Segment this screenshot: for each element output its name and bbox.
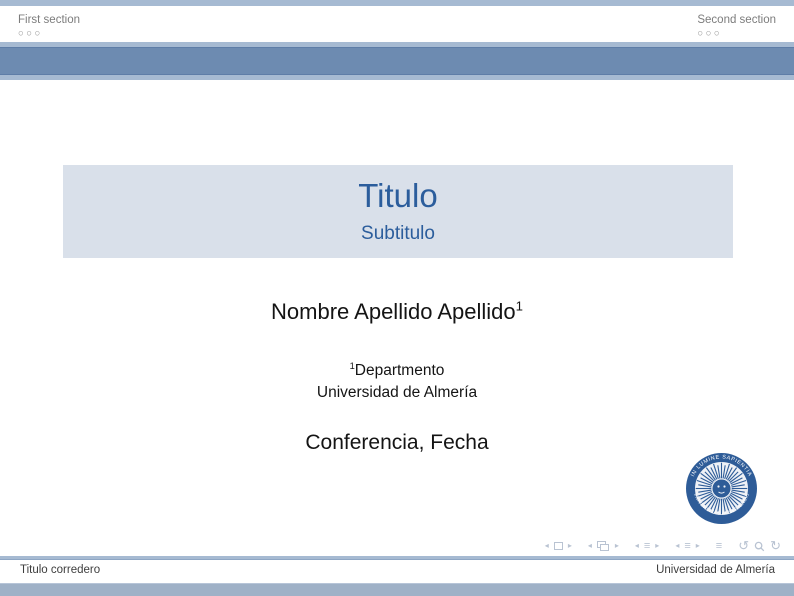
slide-title: Titulo: [63, 165, 733, 215]
slide-subtitle: Subtitulo: [63, 223, 733, 245]
nav-prev-frame-icon[interactable]: ◂: [588, 538, 592, 554]
conference-date-line: Conferencia, Fecha: [0, 431, 794, 455]
beamer-navigation-symbols: ◂ ▸ ◂ ▸ ◂ ≡ ▸ ◂ ≡ ▸ ≡ ↺ ↻: [545, 538, 781, 554]
footer: Titulo corredero Universidad de Almería: [0, 560, 794, 583]
nav-subsection-icon[interactable]: ≡: [644, 538, 650, 554]
affiliation-university: Universidad de Almería: [0, 382, 794, 404]
header-navigation: First section ○○○ Second section ○○○: [0, 6, 794, 42]
author-footnote-mark: 1: [516, 299, 523, 314]
nav-section-icon[interactable]: ≡: [684, 538, 690, 554]
beamer-title-slide: First section ○○○ Second section ○○○ Tit…: [0, 0, 794, 596]
section-first-label[interactable]: First section: [18, 13, 80, 27]
section-second-slide-dots[interactable]: ○○○: [697, 29, 722, 39]
nav-prev-slide-icon[interactable]: ◂: [545, 538, 549, 554]
band-steel: [0, 47, 794, 75]
header-section-first[interactable]: First section ○○○: [18, 13, 80, 39]
nav-frame-icon[interactable]: [597, 541, 610, 552]
seal-sun-eye: [717, 485, 719, 487]
universidad-de-almeria-seal-logo: IN LUMINE SAPIENTIA VNIVERSITAS ALMERIEN…: [685, 452, 758, 525]
affiliation-department-line: 1Departmento: [0, 360, 794, 382]
affiliation-department: Departmento: [355, 362, 445, 379]
bottom-accent-bar: [0, 583, 794, 596]
nav-forward-icon[interactable]: ↻: [770, 538, 781, 554]
seal-sun-eye: [723, 485, 725, 487]
nav-next-section-icon[interactable]: ▸: [696, 538, 700, 554]
band-light-bottom: [0, 75, 794, 80]
seal-sun-face: [713, 480, 731, 498]
title-block: Titulo Subtitulo: [63, 165, 733, 258]
section-first-slide-dots[interactable]: ○○○: [18, 29, 43, 39]
nav-prev-section-icon[interactable]: ◂: [675, 538, 679, 554]
nav-back-icon[interactable]: ↺: [738, 538, 749, 554]
author-name: Nombre Apellido Apellido: [271, 299, 516, 324]
footer-short-title: Titulo corredero: [20, 564, 100, 576]
header-section-second[interactable]: Second section ○○○: [697, 13, 776, 39]
nav-next-subsection-icon[interactable]: ▸: [655, 538, 659, 554]
nav-slide-icon[interactable]: [554, 542, 563, 550]
footer-institute: Universidad de Almería: [656, 564, 775, 576]
affiliation-block: 1Departmento Universidad de Almería: [0, 360, 794, 403]
nav-next-slide-icon[interactable]: ▸: [568, 538, 572, 554]
header-band: [0, 42, 794, 80]
author-line: Nombre Apellido Apellido1: [0, 299, 794, 325]
nav-next-frame-icon[interactable]: ▸: [615, 538, 619, 554]
section-second-label[interactable]: Second section: [697, 13, 776, 27]
nav-appendix-icon[interactable]: ≡: [716, 538, 722, 554]
nav-prev-subsection-icon[interactable]: ◂: [635, 538, 639, 554]
nav-find-icon[interactable]: [754, 541, 765, 552]
